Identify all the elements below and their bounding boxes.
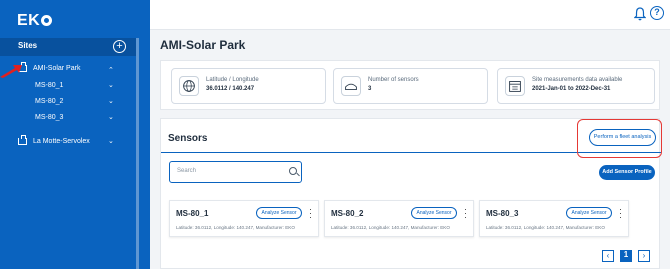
analyze-sensor-button[interactable]: Analyze Sensor — [566, 207, 612, 219]
site-name: AMI-Solar Park — [33, 65, 81, 72]
chevron-down-icon[interactable]: ⌄ — [108, 81, 114, 89]
sidebar: EK Sites + AMI-Solar Park ⌃ MS-80_1 ⌄ MS… — [0, 0, 150, 269]
sensor-icon — [341, 76, 361, 96]
chevron-down-icon[interactable]: ⌄ — [108, 137, 114, 145]
sensor-card: MS-80_1 Analyze Sensor · · · Latitude: 36.… — [169, 200, 319, 237]
site-info-strip: Latitude / Longitude 36.0112 / 140.247 N… — [160, 60, 660, 110]
fleet-analysis-button[interactable]: Perform a fleet analysis — [589, 129, 656, 146]
search-input[interactable]: Search — [169, 161, 302, 183]
building-icon — [18, 135, 27, 145]
info-value: 2021-Jan-01 to 2022-Dec-31 — [532, 86, 611, 92]
add-site-icon[interactable]: + — [113, 40, 126, 53]
search-icon[interactable] — [289, 167, 297, 175]
chevron-down-icon[interactable]: ⌄ — [108, 97, 114, 105]
pagination-page-button[interactable]: 1 — [620, 250, 632, 262]
kebab-menu-icon[interactable]: · · · — [309, 205, 313, 222]
info-value: 3 — [368, 86, 372, 92]
sites-header: Sites + — [0, 38, 136, 56]
info-card-sensor-count: Number of sensors 3 — [333, 68, 488, 104]
sensor-card: MS-80_3 Analyze Sensor · · · Latitude: 36.… — [479, 200, 629, 237]
sidebar-scrollbar[interactable] — [136, 38, 139, 269]
bell-icon[interactable] — [634, 7, 646, 21]
info-value: 36.0112 / 140.247 — [206, 86, 255, 92]
sidebar-item-ms-80-2[interactable]: MS-80_2 — [35, 98, 113, 105]
eko-logo[interactable]: EK — [17, 12, 53, 30]
search-placeholder: Search — [177, 168, 197, 174]
info-label: Number of sensors — [368, 77, 419, 83]
pagination-next-button[interactable]: › — [638, 250, 650, 262]
analyze-sensor-button[interactable]: Analyze Sensor — [256, 207, 302, 219]
sites-label: Sites — [18, 41, 38, 50]
sensors-panel: Sensors Perform a fleet analysis Search … — [160, 118, 662, 269]
sidebar-item-ms-80-1[interactable]: MS-80_1 — [35, 82, 113, 89]
kebab-menu-icon[interactable]: · · · — [619, 205, 623, 222]
site-name: La Motte-Servolex — [33, 138, 90, 145]
kebab-menu-icon[interactable]: · · · — [464, 205, 468, 222]
sensor-meta: Latitude: 36.0112, Longitude: 140.247, M… — [486, 225, 605, 230]
sidebar-item-ms-80-3[interactable]: MS-80_3 — [35, 114, 113, 121]
info-label: Site measurements data available — [532, 77, 623, 83]
info-label: Latitude / Longitude — [206, 77, 259, 83]
add-sensor-profile-button[interactable]: Add Sensor Profile — [599, 165, 655, 180]
chevron-up-icon[interactable]: ⌃ — [108, 66, 114, 74]
sidebar-item-ami-solar-park[interactable]: AMI-Solar Park — [18, 62, 118, 72]
red-arrow-annotation — [0, 65, 22, 78]
sensors-title: Sensors — [168, 133, 208, 144]
info-card-coordinates: Latitude / Longitude 36.0112 / 140.247 — [171, 68, 326, 104]
calendar-icon — [505, 76, 525, 96]
sensor-name: MS-80_1 — [176, 209, 209, 218]
info-card-data-range: Site measurements data available 2021-Ja… — [497, 68, 655, 104]
pagination-prev-button[interactable]: ‹ — [602, 250, 614, 262]
sidebar-item-la-motte-servolex[interactable]: La Motte-Servolex — [18, 135, 118, 145]
globe-icon — [179, 76, 199, 96]
help-icon[interactable]: ? — [650, 6, 664, 20]
top-bar: ? — [150, 0, 670, 30]
analyze-sensor-button[interactable]: Analyze Sensor — [411, 207, 457, 219]
sensor-meta: Latitude: 36.0112, Longitude: 140.247, M… — [331, 225, 450, 230]
sensor-name: MS-80_3 — [486, 209, 519, 218]
page-title: AMI-Solar Park — [160, 38, 246, 52]
chevron-down-icon[interactable]: ⌄ — [108, 113, 114, 121]
sensor-card: MS-80_2 Analyze Sensor · · · Latitude: 36.… — [324, 200, 474, 237]
sensor-name: MS-80_2 — [331, 209, 364, 218]
sensor-meta: Latitude: 36.0112, Longitude: 140.247, M… — [176, 225, 295, 230]
